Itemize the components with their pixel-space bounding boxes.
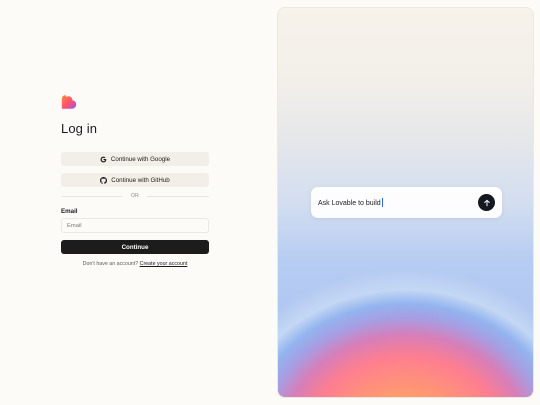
arrow-up-icon [483, 194, 491, 212]
github-icon [100, 176, 108, 184]
prompt-input[interactable]: Ask Lovable to build [318, 198, 383, 207]
signup-row: Don't have an account? Create your accou… [61, 261, 209, 267]
or-divider: OR [61, 192, 209, 201]
continue-button[interactable]: Continue [61, 240, 209, 254]
continue-with-google-button[interactable]: Continue with Google [61, 152, 209, 166]
prompt-text: Ask Lovable to build [318, 200, 381, 207]
divider-line-right [147, 196, 209, 197]
login-panel: Log in Continue with Google Continue wit… [0, 0, 276, 405]
github-button-label: Continue with GitHub [111, 176, 170, 184]
send-button[interactable] [478, 194, 495, 211]
page-title: Log in [61, 121, 98, 136]
google-icon [100, 156, 107, 163]
continue-with-github-button[interactable]: Continue with GitHub [61, 173, 209, 187]
text-caret [381, 198, 383, 207]
google-button-label: Continue with Google [110, 155, 171, 163]
lovable-logo [61, 94, 77, 110]
email-input[interactable] [61, 218, 209, 233]
prompt-box[interactable]: Ask Lovable to build [311, 187, 502, 218]
no-account-text: Don't have an account? [82, 261, 139, 267]
email-label: Email [61, 208, 78, 215]
create-account-link[interactable]: Create your account [140, 261, 188, 267]
hero-gradient-panel: Ask Lovable to build [277, 7, 534, 398]
